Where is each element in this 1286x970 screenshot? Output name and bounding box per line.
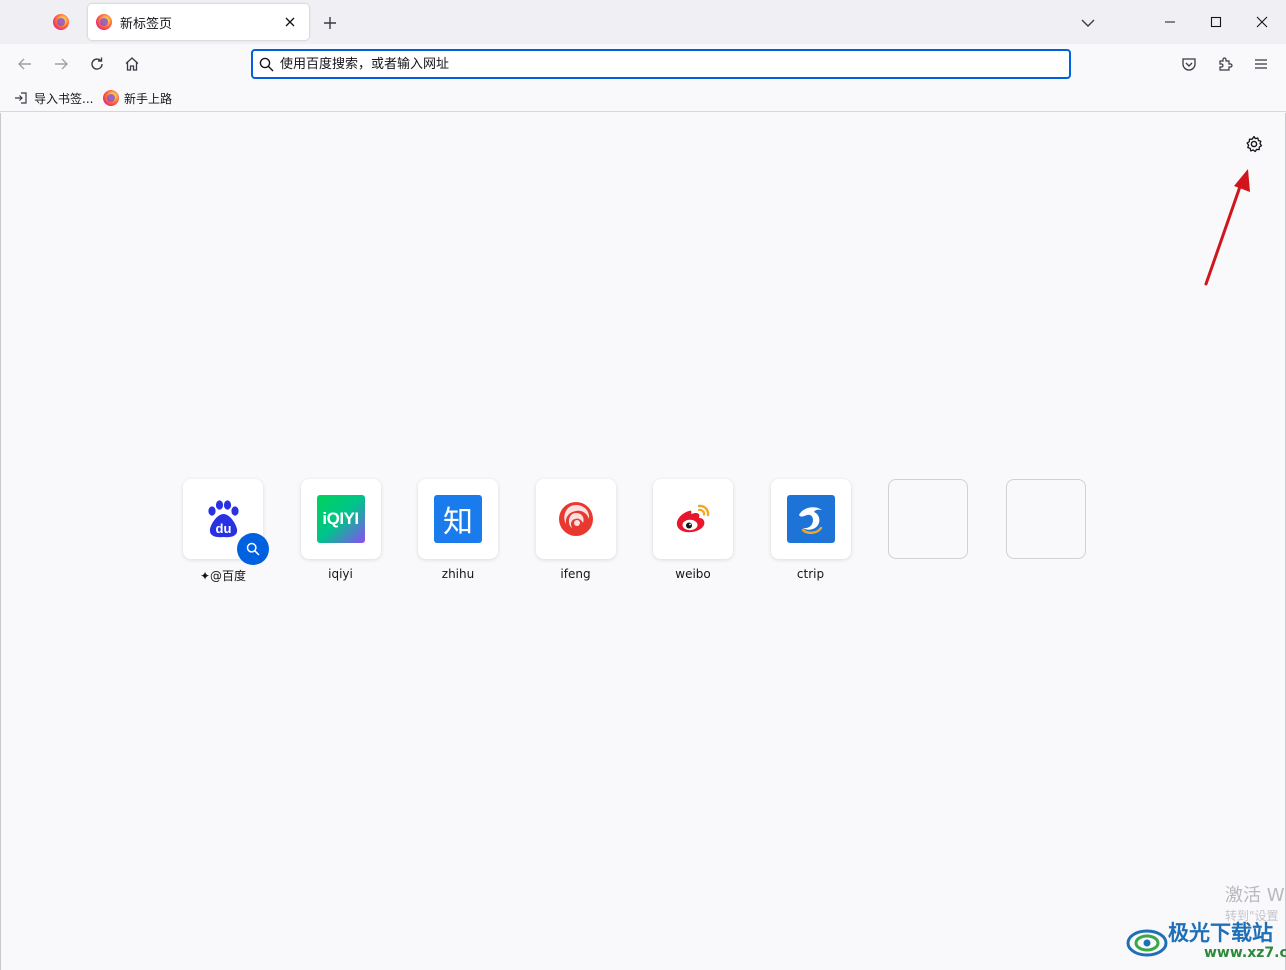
minimize-icon bbox=[1165, 21, 1175, 23]
dolphin-icon bbox=[798, 507, 822, 534]
chevron-down-icon bbox=[1081, 19, 1095, 27]
shortcut-tile[interactable]: du bbox=[183, 479, 269, 565]
site-url-text: www.xz7.com bbox=[1204, 945, 1286, 961]
ifeng-logo-icon bbox=[558, 502, 593, 536]
shortcut-label: ifeng bbox=[560, 567, 591, 581]
firefox-logo-icon bbox=[53, 14, 69, 30]
reload-icon bbox=[91, 57, 103, 70]
site-logo-icon bbox=[1126, 929, 1168, 957]
shortcut-label: ✦@百度 bbox=[199, 569, 247, 583]
close-window-button[interactable] bbox=[1239, 0, 1285, 44]
gear-icon bbox=[1246, 135, 1263, 153]
empty-shortcut-tile[interactable] bbox=[1005, 479, 1086, 559]
shortcut-baidu[interactable]: du ✦@百度 bbox=[183, 479, 301, 584]
close-icon bbox=[1256, 16, 1268, 28]
shortcut-tile[interactable]: iQIYI bbox=[300, 479, 381, 559]
svg-text:du: du bbox=[216, 521, 232, 536]
navigation-toolbar bbox=[0, 44, 1286, 84]
shortcut-ctrip[interactable]: ctrip bbox=[770, 479, 889, 584]
ctrip-logo-icon bbox=[786, 495, 835, 543]
shortcut-label: zhihu bbox=[441, 567, 475, 581]
shortcut-zhihu[interactable]: 知 zhihu bbox=[418, 479, 536, 584]
home-button[interactable] bbox=[118, 50, 146, 78]
new-tab-page: du ✦@百度 iQIYI iqiyi 知 zhihu ifeng weibo … bbox=[0, 113, 1286, 970]
watermark-overlay: 激活 W 转到"设置 极光下载站 www.xz7.com bbox=[1124, 873, 1286, 968]
maximize-button[interactable] bbox=[1193, 0, 1239, 44]
import-icon bbox=[15, 92, 27, 104]
shortcut-empty[interactable] bbox=[1005, 479, 1124, 584]
extensions-button[interactable] bbox=[1211, 50, 1239, 78]
tab-new-tab[interactable]: 新标签页 bbox=[88, 4, 309, 40]
reload-button[interactable] bbox=[83, 50, 111, 78]
activate-windows-text: 激活 W bbox=[1225, 885, 1285, 906]
forward-button[interactable] bbox=[47, 50, 75, 78]
bookmarks-toolbar: 导入书签... 新手上路 bbox=[0, 84, 1286, 112]
baidu-logo-icon: du bbox=[208, 500, 239, 538]
shortcut-weibo[interactable]: weibo bbox=[653, 479, 771, 584]
tab-close-button[interactable] bbox=[279, 11, 301, 33]
pinned-tab[interactable] bbox=[40, 6, 82, 38]
personalize-settings-button[interactable] bbox=[1243, 133, 1265, 155]
shortcut-label: weibo bbox=[675, 567, 711, 581]
url-bar[interactable] bbox=[251, 49, 1071, 79]
zhihu-logo-icon: 知 bbox=[434, 495, 482, 543]
home-icon bbox=[125, 57, 139, 71]
shortcut-iqiyi[interactable]: iQIYI iqiyi bbox=[300, 479, 419, 584]
shortcut-tile[interactable] bbox=[653, 479, 733, 559]
empty-shortcut-tile[interactable] bbox=[888, 479, 968, 559]
arrow-right-icon bbox=[55, 58, 68, 70]
pinned-mark-icon: ✦ bbox=[199, 569, 211, 583]
annotation-arrow bbox=[1204, 169, 1250, 286]
new-tab-button[interactable] bbox=[316, 9, 344, 37]
shortcut-label: iqiyi bbox=[328, 567, 353, 581]
pocket-icon bbox=[1182, 58, 1196, 71]
puzzle-icon bbox=[1219, 57, 1233, 71]
weibo-logo-icon bbox=[676, 504, 710, 533]
bookmark-label: 导入书签... bbox=[34, 91, 94, 106]
shortcut-tile[interactable] bbox=[770, 479, 851, 559]
search-shortcut-badge bbox=[237, 533, 269, 565]
pocket-button[interactable] bbox=[1175, 50, 1203, 78]
bookmark-getting-started[interactable]: 新手上路 bbox=[99, 87, 176, 109]
shortcut-ifeng[interactable]: ifeng bbox=[535, 479, 654, 584]
search-icon bbox=[246, 542, 260, 556]
shortcut-empty[interactable] bbox=[888, 479, 1006, 584]
url-input[interactable] bbox=[280, 51, 1069, 77]
app-menu-button[interactable] bbox=[1247, 50, 1275, 78]
site-brand-text: 极光下载站 bbox=[1168, 921, 1273, 945]
search-icon bbox=[259, 57, 274, 71]
back-button[interactable] bbox=[11, 50, 39, 78]
minimize-button[interactable] bbox=[1147, 0, 1193, 44]
maximize-icon bbox=[1210, 16, 1222, 28]
close-icon bbox=[285, 17, 295, 27]
tab-bar: 新标签页 bbox=[0, 0, 1286, 44]
shortcut-tile[interactable]: 知 bbox=[418, 479, 498, 559]
shortcut-label: ctrip bbox=[796, 567, 825, 581]
iqiyi-logo-icon: iQIYI bbox=[316, 495, 365, 543]
hamburger-menu-icon bbox=[1255, 59, 1267, 69]
firefox-logo-icon bbox=[103, 90, 119, 106]
top-sites-grid: du ✦@百度 iQIYI iqiyi 知 zhihu ifeng weibo … bbox=[183, 479, 1123, 584]
plus-icon bbox=[324, 17, 336, 29]
tab-title: 新标签页 bbox=[120, 16, 173, 32]
bookmark-label: 新手上路 bbox=[124, 91, 173, 106]
arrow-left-icon bbox=[18, 58, 31, 70]
bookmark-import[interactable]: 导入书签... bbox=[10, 87, 97, 109]
firefox-logo-icon bbox=[96, 14, 112, 30]
list-all-tabs-button[interactable] bbox=[1074, 9, 1102, 37]
shortcut-tile[interactable] bbox=[535, 479, 616, 559]
